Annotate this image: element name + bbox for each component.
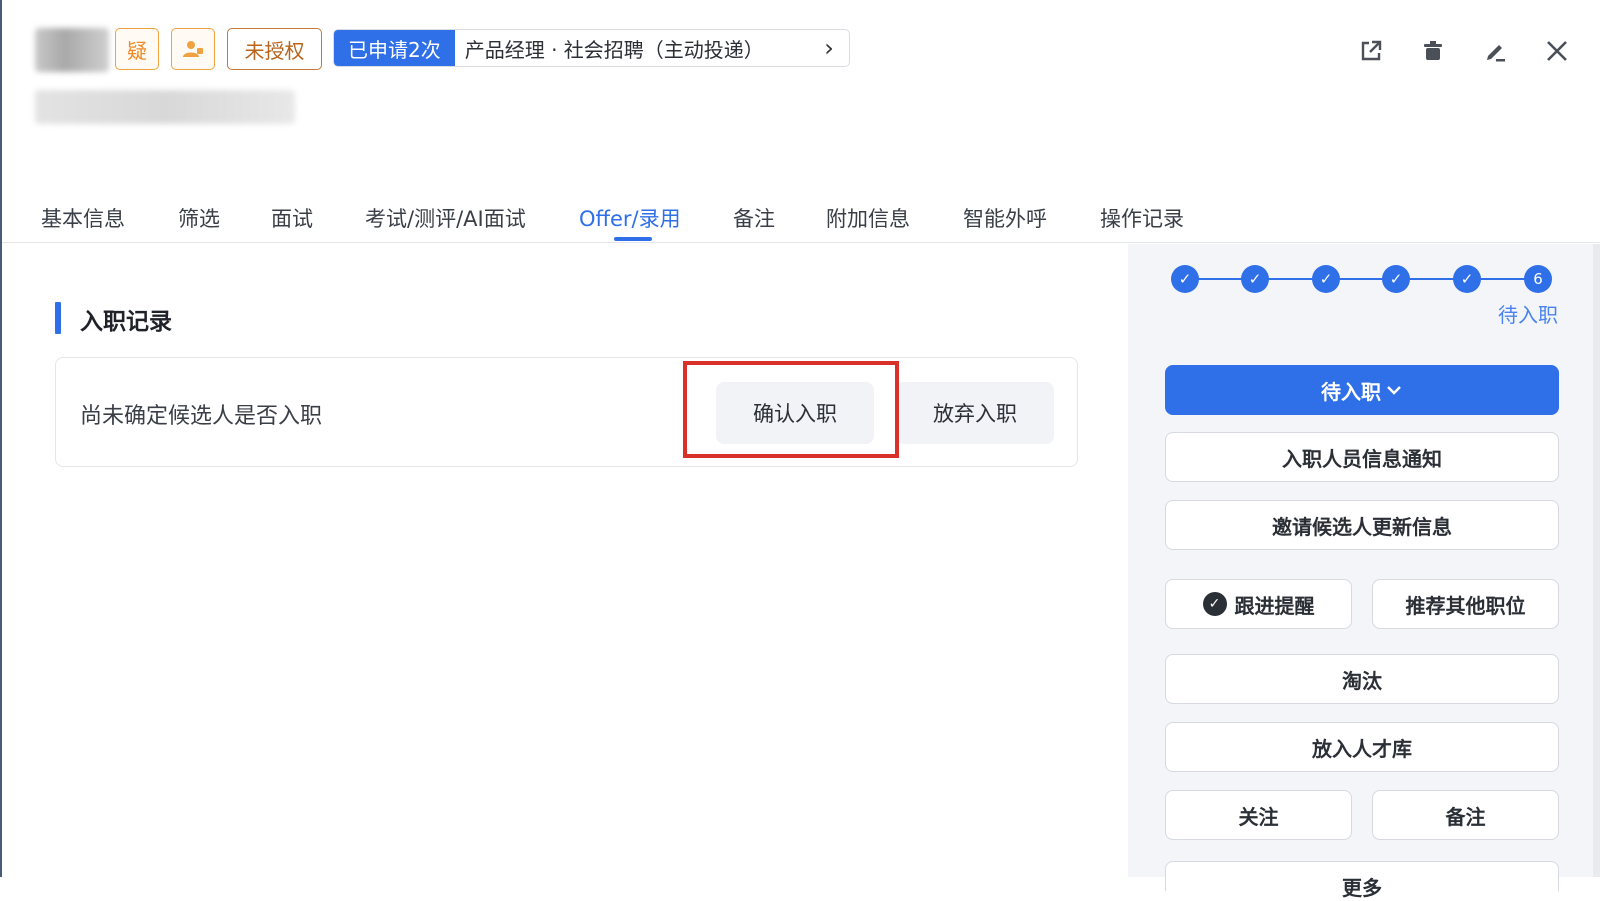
tab-bar: 基本信息 筛选 面试 考试/测评/AI面试 Offer/录用 备注 附加信息 智… [2,195,1600,243]
onboarding-record-card: 尚未确定候选人是否入职 确认入职 放弃入职 [55,357,1078,467]
scrollbar[interactable] [1593,244,1600,877]
action-sidebar: ✓ ✓ ✓ ✓ ✓ 6 待入职 待入职 入职人员信息通知 邀请候选人更新信息 ✓… [1128,244,1600,900]
tab-notes[interactable]: 备注 [733,203,775,233]
step-done-icon: ✓ [1312,265,1340,293]
follow-reminder-label: 跟进提醒 [1234,593,1315,618]
eliminate-button[interactable]: 淘汰 [1165,654,1559,704]
onboarding-notify-button[interactable]: 入职人员信息通知 [1165,432,1559,482]
chevron-down-icon [1387,386,1401,395]
section-title: 入职记录 [80,309,172,335]
step-done-icon: ✓ [1382,265,1410,293]
candidate-contact-blurred [35,90,295,124]
step-current: 6 [1524,265,1552,293]
remark-button[interactable]: 备注 [1372,790,1559,840]
apply-count-badge: 已申请2次 [334,30,455,66]
tab-basic-info[interactable]: 基本信息 [41,203,125,233]
tab-exam[interactable]: 考试/测评/AI面试 [365,203,526,233]
step-done-icon: ✓ [1171,265,1199,293]
edit-icon[interactable] [1478,34,1512,68]
delete-icon[interactable] [1416,34,1450,68]
more-button[interactable]: 更多 [1165,861,1559,900]
talent-pool-button[interactable]: 放入人才库 [1165,722,1559,772]
application-history-chip[interactable]: 已申请2次 产品经理 · 社会招聘（主动投递） › [333,29,850,67]
current-step-label: 待入职 [1498,303,1558,327]
share-icon[interactable] [1354,34,1388,68]
abandon-onboarding-button[interactable]: 放弃入职 [896,382,1054,444]
tab-offer[interactable]: Offer/录用 [579,203,681,233]
user-icon-tag [171,28,215,70]
invite-update-button[interactable]: 邀请候选人更新信息 [1165,500,1559,550]
progress-line [1185,278,1535,280]
follow-reminder-button[interactable]: ✓ 跟进提醒 [1165,579,1352,629]
active-tab-indicator [614,237,652,241]
recommend-other-button[interactable]: 推荐其他职位 [1372,579,1559,629]
candidate-name-blurred [35,28,109,72]
user-icon [183,41,203,57]
tab-interview[interactable]: 面试 [271,203,313,233]
section-accent-bar [55,302,61,334]
highlight-annotation-box [683,361,899,458]
unauthorized-tag: 未授权 [227,28,322,70]
follow-button[interactable]: 关注 [1165,790,1352,840]
apply-job-label: 产品经理 · 社会招聘（主动投递） [464,37,764,62]
candidate-detail-panel: 疑 未授权 已申请2次 产品经理 · 社会招聘（主动投递） › 基本信息 筛选 … [0,0,1600,900]
doubt-tag: 疑 [115,28,159,70]
onboarding-status-text: 尚未确定候选人是否入职 [80,404,323,429]
tab-smart-call[interactable]: 智能外呼 [963,203,1047,233]
check-circle-icon: ✓ [1202,592,1227,616]
tab-operation-log[interactable]: 操作记录 [1100,203,1184,233]
status-dropdown-label: 待入职 [1321,379,1381,404]
tab-screening[interactable]: 筛选 [178,203,220,233]
step-done-icon: ✓ [1241,265,1269,293]
chevron-right-icon: › [824,34,834,62]
tab-additional-info[interactable]: 附加信息 [826,203,910,233]
close-icon[interactable] [1540,34,1574,68]
status-dropdown-button[interactable]: 待入职 [1165,365,1559,415]
step-done-icon: ✓ [1453,265,1481,293]
